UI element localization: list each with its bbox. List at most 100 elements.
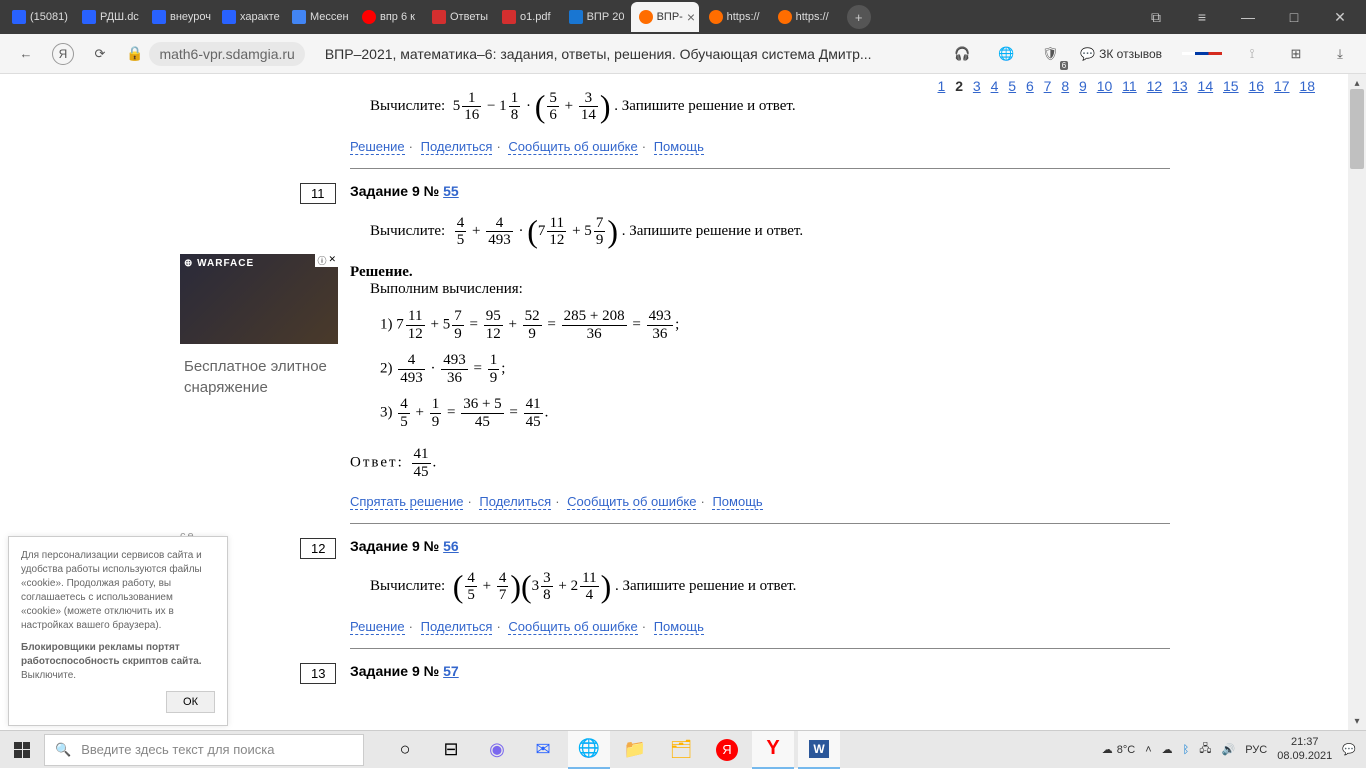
share-link[interactable]: Поделиться — [421, 139, 493, 155]
cookie-notice: Для персонализации сервисов сайта и удоб… — [8, 536, 228, 726]
taskbar-folder-icon[interactable]: 🗂 — [660, 731, 702, 769]
page-13[interactable]: 13 — [1172, 78, 1188, 94]
taskbar-explorer-icon[interactable]: 📁 — [614, 731, 656, 769]
tab-o1pdf[interactable]: о1.pdf — [494, 2, 559, 32]
scroll-down-icon[interactable]: ▾ — [1348, 712, 1366, 730]
headphones-icon[interactable]: 🎧 — [948, 40, 976, 68]
maximize-button[interactable]: □ — [1280, 9, 1308, 25]
taskbar-yandex-red-icon[interactable]: Я — [706, 731, 748, 769]
ad-text[interactable]: Бесплатное элитное снаряжение — [180, 344, 338, 410]
cookie-text-2: Блокировщики рекламы портят работоспособ… — [21, 641, 215, 683]
page-17[interactable]: 17 — [1274, 78, 1290, 94]
tray-bluetooth-icon[interactable]: ᛒ — [1183, 744, 1190, 756]
ad-info-icon[interactable]: ⓘ✕ — [315, 254, 338, 267]
page-16[interactable]: 16 — [1248, 78, 1264, 94]
yandex-home-icon[interactable]: Я — [52, 43, 74, 65]
tab-kharakte[interactable]: характе — [214, 2, 282, 32]
task-11: 11 Задание 9 № 55 Вычислите: 45 + 4493 ·… — [350, 168, 1170, 509]
calc-step-3: 3) 45 + 19 = 36 + 545 = 4145. — [380, 396, 1170, 430]
tray-language[interactable]: РУС — [1245, 744, 1267, 756]
minimize-button[interactable]: — — [1234, 9, 1262, 25]
taskbar-search[interactable]: 🔍 Введите здесь текст для поиска — [44, 734, 364, 766]
task-11-solution: Решение. Выполним вычисления: 1) 71112 +… — [350, 264, 1170, 480]
share-link[interactable]: Поделиться — [421, 619, 493, 635]
tab-vneuroch[interactable]: внеуроч — [144, 2, 212, 32]
scroll-thumb[interactable] — [1350, 89, 1364, 169]
task-12-id-link[interactable]: 56 — [443, 538, 459, 554]
reload-button[interactable]: ⟳ — [86, 40, 114, 68]
task-12-header: Задание 9 № 56 — [350, 538, 1170, 554]
tray-chevron-up-icon[interactable]: ˄ — [1145, 744, 1151, 756]
tray-volume-icon[interactable]: 🔊 — [1222, 743, 1236, 756]
solution-link[interactable]: Решение — [350, 139, 405, 155]
help-link[interactable]: Помощь — [654, 619, 704, 635]
url-box[interactable]: 🔒 math6-vpr.sdamgia.ru — [126, 42, 305, 66]
translate-icon[interactable]: 🌐 — [992, 40, 1020, 68]
tray-onedrive-icon[interactable]: ☁ — [1162, 743, 1173, 756]
page-title: ВПР–2021, математика–6: задания, ответы,… — [325, 46, 872, 62]
task-11-answer: Ответ: 4145. — [350, 446, 1170, 480]
help-link[interactable]: Помощь — [654, 139, 704, 155]
flag-ru-icon — [1182, 52, 1222, 55]
tray-notifications-icon[interactable]: 💬 — [1342, 743, 1356, 756]
taskbar-yandex-icon[interactable]: ◉ — [476, 731, 518, 769]
task-view-icon[interactable]: ⊟ — [430, 731, 472, 769]
report-link[interactable]: Сообщить об ошибке — [567, 494, 696, 510]
close-window-button[interactable]: ✕ — [1326, 9, 1354, 26]
menu-icon[interactable]: ≡ — [1188, 9, 1216, 25]
close-icon[interactable]: × — [687, 9, 695, 25]
tab-https-1[interactable]: https:// — [701, 2, 768, 32]
start-button[interactable] — [0, 731, 44, 769]
help-link[interactable]: Помощь — [712, 494, 762, 510]
task-12: 12 Задание 9 № 56 Вычислите: (45 + 47)(3… — [350, 523, 1170, 634]
tray-clock[interactable]: 21:37 08.09.2021 — [1277, 736, 1332, 762]
tab-vpr6[interactable]: впр 6 к — [354, 2, 422, 32]
downloads-icon[interactable]: ⤓ — [1326, 40, 1354, 68]
tab-otvety[interactable]: Ответы — [424, 2, 492, 32]
vertical-scrollbar[interactable]: ▴ ▾ — [1348, 74, 1366, 730]
page-14[interactable]: 14 — [1198, 78, 1214, 94]
report-link[interactable]: Сообщить об ошибке — [508, 139, 637, 155]
calc-step-1: 1) 71112 + 579 = 9512 + 529 = 285 + 2083… — [380, 308, 1170, 342]
tab-rdsh[interactable]: РДШ.dc — [74, 2, 142, 32]
taskbar-yandex-browser-icon[interactable]: Y — [752, 731, 794, 769]
page-18[interactable]: 18 — [1299, 78, 1315, 94]
taskbar-word-icon[interactable]: W — [798, 731, 840, 769]
solution-link[interactable]: Решение — [350, 619, 405, 635]
tray-network-icon[interactable]: 🖧 — [1199, 740, 1211, 759]
tab-messenger[interactable]: Мессен — [284, 2, 352, 32]
taskbar-edge-icon[interactable]: 🌐 — [568, 731, 610, 769]
task-13: 13 Задание 9 № 57 — [350, 648, 1170, 679]
task-13-number: 13 — [300, 663, 336, 684]
tab-mail-15081[interactable]: (15081) — [4, 2, 72, 32]
page-15[interactable]: 15 — [1223, 78, 1239, 94]
back-button[interactable]: ← — [12, 40, 40, 68]
hide-solution-link[interactable]: Спрятать решение — [350, 494, 463, 510]
task-11-links: Спрятать решение· Поделиться· Сообщить о… — [350, 494, 1170, 509]
ad-banner[interactable]: ⊕ WARFACE ⓘ✕ — [180, 254, 338, 344]
tab-https-2[interactable]: https:// — [770, 2, 837, 32]
tabs-overview-icon[interactable]: ⧉ — [1142, 9, 1170, 26]
weather-widget[interactable]: ☁ 8°C — [1102, 743, 1135, 756]
shield-icon[interactable]: 🛡6 — [1036, 40, 1064, 68]
windows-taskbar: 🔍 Введите здесь текст для поиска ○ ⊟ ◉ ✉… — [0, 730, 1366, 768]
lock-icon: 🔒 — [126, 45, 143, 62]
task-13-id-link[interactable]: 57 — [443, 663, 459, 679]
tab-vpr-active[interactable]: ВПР-× — [631, 2, 699, 32]
cookie-text-1: Для персонализации сервисов сайта и удоб… — [21, 549, 215, 633]
task-11-number: 11 — [300, 183, 336, 204]
cookie-ok-button[interactable]: ОК — [166, 691, 215, 713]
bookmark-icon[interactable]: ⟟ — [1238, 40, 1266, 68]
windows-logo-icon — [14, 742, 30, 758]
cortana-icon[interactable]: ○ — [384, 731, 426, 769]
browser-tabs-bar: (15081) РДШ.dc внеуроч характе Мессен вп… — [0, 0, 1366, 34]
reviews-link[interactable]: 💬ЗК отзывов — [1080, 47, 1162, 61]
search-icon: 🔍 — [55, 742, 71, 758]
tab-vpr20[interactable]: ВПР 20 — [561, 2, 629, 32]
report-link[interactable]: Сообщить об ошибке — [508, 619, 637, 635]
task-11-id-link[interactable]: 55 — [443, 183, 459, 199]
new-tab-button[interactable]: + — [847, 5, 871, 29]
taskbar-mail-icon[interactable]: ✉ — [522, 731, 564, 769]
share-link[interactable]: Поделиться — [479, 494, 551, 510]
extensions-icon[interactable]: ⊞ — [1282, 40, 1310, 68]
